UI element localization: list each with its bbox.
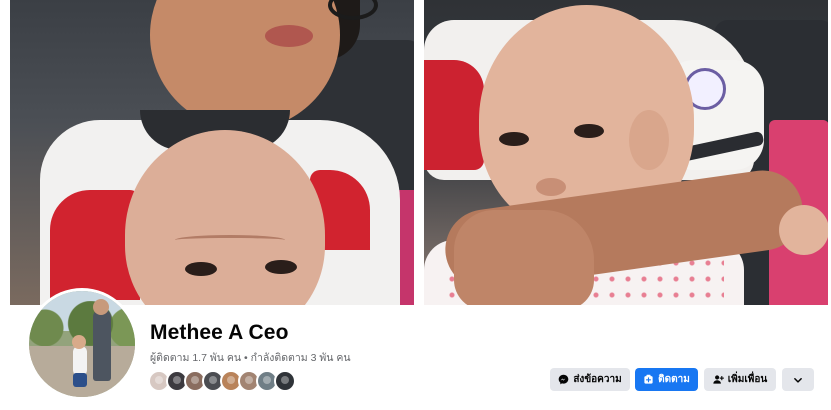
follow-icon (643, 374, 654, 385)
cover-photo-left[interactable] (10, 0, 414, 305)
follow-button[interactable]: ติดตาม (635, 368, 698, 391)
cover-photo[interactable] (10, 0, 828, 305)
following-link[interactable]: กำลังติดตาม 3 พัน คน (251, 352, 351, 364)
message-button[interactable]: ส่งข้อความ (550, 368, 630, 391)
add-friend-button-label: เพิ่มเพื่อน (727, 374, 768, 385)
add-friend-button[interactable]: เพิ่มเพื่อน (704, 368, 776, 391)
profile-avatar[interactable] (26, 288, 138, 400)
message-button-label: ส่งข้อความ (573, 374, 622, 385)
cover-photo-right[interactable] (424, 0, 828, 305)
profile-name: Methee A Ceo (150, 321, 289, 344)
follower-avatars[interactable] (148, 370, 296, 392)
follower-avatar[interactable] (274, 370, 296, 392)
follow-button-label: ติดตาม (658, 374, 690, 385)
messenger-icon (558, 374, 569, 385)
followers-link[interactable]: ผู้ติดตาม 1.7 พัน คน (150, 352, 241, 364)
stats-separator: • (244, 352, 248, 364)
more-options-button[interactable] (782, 368, 814, 391)
add-friend-icon (713, 374, 724, 385)
profile-header: Methee A Ceo ผู้ติดตาม 1.7 พัน คน • กำลั… (0, 0, 831, 410)
avatar (29, 291, 135, 397)
chevron-down-icon (793, 375, 803, 385)
profile-stats: ผู้ติดตาม 1.7 พัน คน • กำลังติดตาม 3 พัน… (150, 349, 351, 366)
cover-divider (414, 0, 424, 305)
